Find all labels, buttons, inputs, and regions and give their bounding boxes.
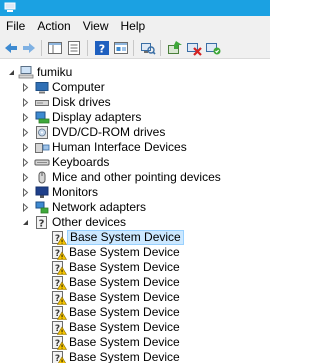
tree-item-label: Base System Device: [69, 290, 180, 304]
tree-category-label: Human Interface Devices: [52, 140, 187, 154]
warning-device-icon: ?: [52, 246, 67, 260]
tree-item-label: Base System Device: [69, 320, 180, 334]
tree-item-base-system-device[interactable]: ? Base System Device: [0, 290, 270, 305]
tree-category-computer[interactable]: Computer: [0, 80, 270, 95]
dvd-drive-icon: [36, 126, 48, 139]
toolbar-separator: [87, 40, 88, 56]
svg-text:?: ?: [39, 219, 45, 230]
tree-category-other-devices[interactable]: ? Other devices: [0, 215, 270, 230]
help-icon[interactable]: ?: [94, 40, 110, 56]
tree-category-display-adapters[interactable]: Display adapters: [0, 110, 270, 125]
tree-item-base-system-device[interactable]: ? Base System Device: [0, 245, 270, 260]
keyboard-icon: [34, 159, 50, 166]
menu-help[interactable]: Help: [115, 16, 152, 37]
tree-item-base-system-device[interactable]: ? Base System Device: [0, 260, 270, 275]
toolbar-separator: [133, 40, 134, 56]
tree-item-label: Base System Device: [69, 335, 180, 349]
menu-bar: File Action View Help: [0, 16, 270, 37]
tree-item-label: Base System Device: [69, 305, 180, 319]
menu-file[interactable]: File: [2, 16, 31, 37]
menu-view[interactable]: View: [77, 16, 115, 37]
warning-device-icon: ?: [52, 336, 67, 350]
network-adapter-icon: [35, 201, 49, 214]
computer-icon: [18, 66, 34, 79]
tree-item-base-system-device[interactable]: ? Base System Device: [0, 350, 270, 363]
display-adapter-icon: [35, 111, 50, 124]
expand-arrow-icon[interactable]: [21, 113, 30, 122]
tree-category-label: Other devices: [52, 215, 127, 229]
expand-arrow-icon[interactable]: [21, 98, 30, 107]
disk-drive-icon: [35, 100, 49, 106]
tree-root-label: fumiku: [37, 65, 73, 79]
back-icon[interactable]: [3, 40, 19, 56]
menu-action[interactable]: Action: [31, 16, 76, 37]
tree-category-human-interface-devices[interactable]: Human Interface Devices: [0, 140, 270, 155]
device-tree[interactable]: fumiku Computer Disk drives Display adap…: [0, 60, 270, 363]
tree-category-dvd-cd-rom-drives[interactable]: DVD/CD-ROM drives: [0, 125, 270, 140]
tree-category-disk-drives[interactable]: Disk drives: [0, 95, 270, 110]
tree-category-label: Network adapters: [52, 200, 147, 214]
unknown-device-icon: ?: [36, 216, 47, 230]
update-driver-icon[interactable]: [167, 40, 183, 56]
computer-icon: [35, 82, 49, 94]
expand-arrow-icon[interactable]: [21, 143, 30, 152]
forward-icon[interactable]: [21, 40, 37, 56]
collapse-arrow-icon[interactable]: [7, 68, 16, 77]
tree-category-mice[interactable]: Mice and other pointing devices: [0, 170, 270, 185]
tree-category-label: Computer: [52, 80, 105, 94]
tree-item-label: Base System Device: [69, 350, 180, 363]
tree-category-label: DVD/CD-ROM drives: [52, 125, 166, 139]
expand-arrow-icon[interactable]: [21, 188, 30, 197]
expand-arrow-icon[interactable]: [21, 83, 30, 92]
console-view-icon[interactable]: [113, 40, 129, 56]
tree-category-label: Disk drives: [52, 95, 111, 109]
expand-arrow-icon[interactable]: [21, 173, 30, 182]
human-interface-device-icon: [35, 143, 50, 153]
properties-icon[interactable]: [66, 40, 82, 56]
tree-root[interactable]: fumiku: [0, 65, 270, 80]
tree-item-label: Base System Device: [69, 245, 180, 259]
tree-item-base-system-device[interactable]: ? Base System Device: [0, 320, 270, 335]
expand-arrow-icon[interactable]: [21, 203, 30, 212]
device-manager-icon: [4, 2, 16, 12]
warning-device-icon: ?: [52, 306, 67, 320]
toolbar: ?: [0, 37, 270, 59]
warning-device-icon: ?: [52, 261, 67, 275]
collapse-arrow-icon[interactable]: [21, 218, 30, 227]
scan-hardware-icon[interactable]: [140, 40, 156, 56]
uninstall-icon[interactable]: [186, 40, 202, 56]
warning-device-icon: ?: [52, 291, 67, 305]
tree-item-base-system-device[interactable]: ? Base System Device: [0, 275, 270, 290]
toolbar-separator: [41, 40, 42, 56]
warning-device-icon: ?: [52, 351, 66, 363]
tree-item-label: Base System Device: [69, 260, 180, 274]
tree-category-label: Mice and other pointing devices: [52, 170, 221, 184]
tree-item-label: Base System Device: [67, 230, 184, 245]
tree-item-base-system-device[interactable]: ? Base System Device: [0, 230, 270, 245]
mouse-icon: [38, 171, 46, 184]
tree-category-label: Keyboards: [52, 155, 110, 169]
enable-device-icon[interactable]: [205, 40, 221, 56]
show-hide-console-tree-icon[interactable]: [47, 40, 63, 56]
svg-text:?: ?: [99, 43, 105, 56]
expand-arrow-icon[interactable]: [21, 128, 30, 137]
tree-item-label: Base System Device: [69, 275, 180, 289]
tree-item-base-system-device[interactable]: ? Base System Device: [0, 305, 270, 320]
tree-category-label: Display adapters: [52, 110, 142, 124]
expand-arrow-icon[interactable]: [21, 158, 30, 167]
title-bar: [0, 0, 270, 16]
tree-category-label: Monitors: [52, 185, 99, 199]
tree-category-network-adapters[interactable]: Network adapters: [0, 200, 270, 215]
warning-device-icon: ?: [52, 276, 67, 290]
monitor-icon: [35, 186, 49, 198]
toolbar-separator: [160, 40, 161, 56]
warning-device-icon: ?: [52, 231, 67, 245]
tree-category-keyboards[interactable]: Keyboards: [0, 155, 270, 170]
tree-category-monitors[interactable]: Monitors: [0, 185, 270, 200]
tree-item-base-system-device[interactable]: ? Base System Device: [0, 335, 270, 350]
warning-device-icon: ?: [52, 321, 67, 335]
